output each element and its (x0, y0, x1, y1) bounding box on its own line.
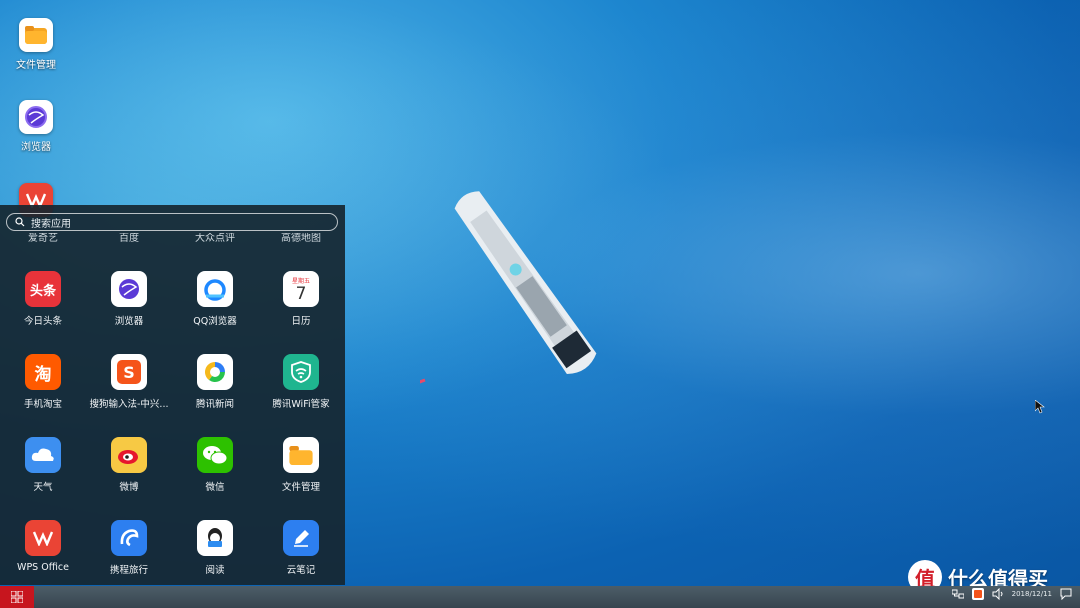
folder-icon (19, 18, 53, 52)
search-input[interactable]: 搜索应用 (6, 213, 338, 231)
mouse-cursor-icon (1035, 400, 1045, 414)
app-label: QQ浏览器 (193, 316, 237, 327)
start-menu-panel: 搜索应用 爱奇艺 百度 大众点评 高德地图 头条 今日头条 浏览器 QQ浏览器 (0, 205, 345, 585)
app-file-manager[interactable]: 文件管理 (258, 437, 344, 493)
app-reader[interactable]: 阅读 (172, 520, 258, 576)
app-label: 今日头条 (23, 316, 62, 327)
app-wps-office[interactable]: WPS Office (0, 520, 86, 573)
app-calendar[interactable]: 星期五 7 日历 (258, 271, 344, 327)
icon-glyph: 淘 (34, 364, 52, 385)
app-label: 微信 (205, 482, 225, 493)
app-label[interactable]: 爱奇艺 (0, 233, 86, 244)
tencent-wifi-icon (283, 354, 319, 390)
app-label: 手机淘宝 (23, 399, 62, 410)
weibo-icon (111, 437, 147, 473)
notification-icon[interactable] (1060, 588, 1072, 600)
app-tencent-news[interactable]: 腾讯新闻 (172, 354, 258, 410)
browser-globe-icon (19, 100, 53, 134)
app-wechat[interactable]: 微信 (172, 437, 258, 493)
app-cloud-note[interactable]: 云笔记 (258, 520, 344, 576)
app-sogou-input[interactable]: S 搜狗输入法-中兴... (86, 354, 172, 410)
app-label: 文件管理 (281, 482, 320, 493)
app-qq-browser[interactable]: QQ浏览器 (172, 271, 258, 327)
app-label[interactable]: 高德地图 (258, 233, 344, 244)
weather-icon (25, 437, 61, 473)
desktop-icon-label: 浏览器 (21, 142, 51, 153)
cloud-note-icon (283, 520, 319, 556)
app-ctrip[interactable]: 携程旅行 (86, 520, 172, 576)
taskbar: 2018/12/11 (0, 586, 1080, 608)
app-label: 微博 (119, 482, 139, 493)
sogou-input-icon: S (111, 354, 147, 390)
app-label: 搜狗输入法-中兴... (89, 399, 169, 410)
qq-browser-icon (197, 271, 233, 307)
folder-icon (283, 437, 319, 473)
taskbar-date[interactable]: 2018/12/11 (1012, 590, 1052, 598)
app-toutiao[interactable]: 头条 今日头条 (0, 271, 86, 327)
app-label: 携程旅行 (109, 565, 148, 576)
app-label: 日历 (291, 316, 311, 327)
app-label: 云笔记 (286, 565, 316, 576)
app-taobao[interactable]: 淘 手机淘宝 (0, 354, 86, 410)
input-method-icon[interactable] (971, 588, 984, 600)
calendar-icon: 星期五 7 (283, 271, 319, 307)
search-placeholder: 搜索应用 (31, 218, 71, 230)
search-icon (15, 217, 25, 227)
desktop-icon-label: 文件管理 (16, 60, 56, 71)
app-label[interactable]: 大众点评 (172, 233, 258, 244)
app-label: 腾讯WiFi管家 (272, 399, 330, 410)
toutiao-icon: 头条 (25, 271, 61, 307)
start-button[interactable] (0, 586, 34, 608)
tencent-news-icon (197, 354, 233, 390)
calendar-day: 7 (295, 283, 307, 304)
app-tencent-wifi[interactable]: 腾讯WiFi管家 (258, 354, 344, 410)
app-label: 天气 (33, 482, 53, 493)
yacht-wallpaper-image (420, 191, 597, 384)
ctrip-icon (111, 520, 147, 556)
volume-icon[interactable] (992, 588, 1004, 600)
network-icon[interactable] (951, 588, 964, 600)
browser-globe-icon (111, 271, 147, 307)
app-label: WPS Office (17, 562, 69, 573)
desktop-icon-browser[interactable]: 浏览器 (6, 100, 66, 153)
icon-glyph: 头条 (29, 283, 56, 299)
reader-icon (197, 520, 233, 556)
app-label: 阅读 (205, 565, 225, 576)
app-label: 腾讯新闻 (195, 399, 234, 410)
icon-glyph: S (117, 360, 141, 384)
app-weibo[interactable]: 微博 (86, 437, 172, 493)
app-weather[interactable]: 天气 (0, 437, 86, 493)
desktop-icon-file-manager[interactable]: 文件管理 (6, 18, 66, 71)
partially-hidden-app-row: 爱奇艺 百度 大众点评 高德地图 (0, 233, 345, 245)
app-label[interactable]: 百度 (86, 233, 172, 244)
app-grid: 爱奇艺 百度 大众点评 高德地图 头条 今日头条 浏览器 QQ浏览器 星期五 7… (0, 233, 345, 583)
wps-icon (25, 520, 61, 556)
app-browser[interactable]: 浏览器 (86, 271, 172, 327)
wechat-icon (197, 437, 233, 473)
grid-icon (11, 591, 23, 603)
system-tray: 2018/12/11 (951, 588, 1072, 600)
taobao-icon: 淘 (25, 354, 61, 390)
app-label: 浏览器 (114, 316, 144, 327)
